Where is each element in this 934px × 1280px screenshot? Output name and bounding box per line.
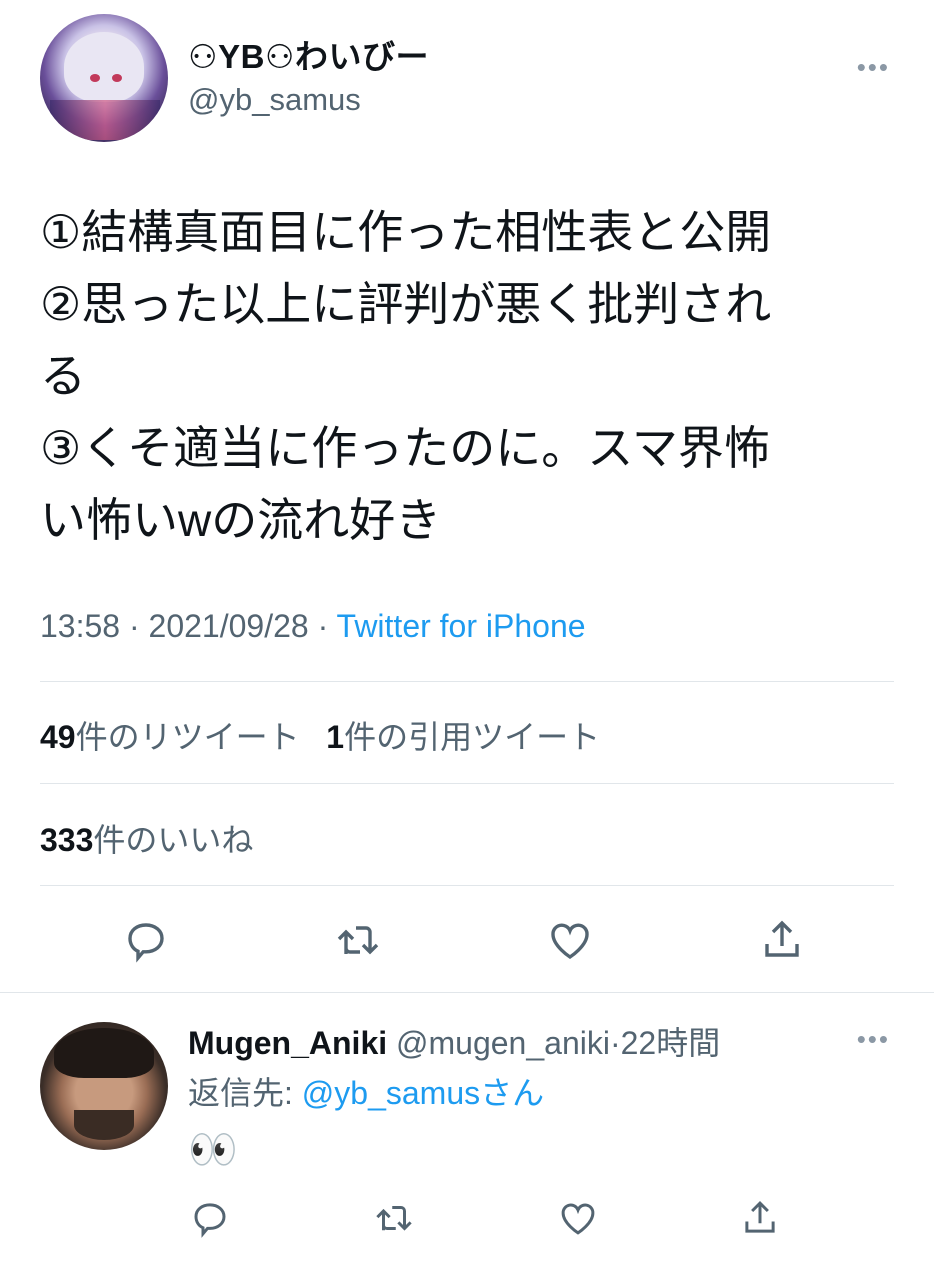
like-icon [561,1203,595,1235]
share-icon [765,920,799,957]
avatar-eye [90,74,100,82]
meta-separator: · [317,608,329,644]
quotes-link[interactable]: 1件の引用ツイート [326,719,600,755]
reply-header: Mugen_Aniki @mugen_aniki·22時間 [188,1018,720,1064]
reply-separator: · [609,1025,621,1061]
reply-share-button[interactable] [728,1186,792,1250]
retweet-icon [337,926,379,955]
divider [40,783,894,784]
avatar-eye [112,74,122,82]
share-button[interactable] [750,908,814,972]
tweet-source-link[interactable]: Twitter for iPhone [337,608,586,644]
reply-icon [128,923,164,963]
like-button[interactable] [538,908,602,972]
tweet-line: る [40,350,86,402]
meta-separator: · [128,608,140,644]
reply-more-options-icon[interactable]: ••• [857,1024,890,1055]
tweet-meta: 13:58 · 2021/09/28 · Twitter for iPhone [40,608,586,645]
retweet-button[interactable] [326,908,390,972]
quotes-count: 1 [326,719,345,755]
likes-link[interactable]: 333件のいいね [40,815,253,861]
share-icon [745,1201,775,1233]
reply-to-mention[interactable]: @yb_samusさん [302,1075,544,1111]
like-icon [551,923,589,960]
retweets-count: 49 [40,719,76,755]
likes-count: 333 [40,822,94,858]
tweet-time[interactable]: 13:58 [40,608,120,644]
divider [0,992,934,993]
likes-label: 件のいいね [93,822,254,858]
more-options-icon[interactable]: ••• [857,52,890,83]
retweets-label: 件のリツイート [75,719,300,755]
reply-to-label: 返信先: [188,1075,302,1111]
retweet-stats: 49件のリツイート 1件の引用ツイート [40,712,600,758]
divider [40,681,894,682]
retweet-icon [376,1206,412,1231]
reply-time[interactable]: 22時間 [621,1025,721,1061]
tweet-line: ③くそ適当に作ったのに。スマ界怖 [40,422,770,474]
reply-display-name[interactable]: Mugen_Aniki [188,1025,387,1061]
reply-retweet-button[interactable] [362,1186,426,1250]
author-handle[interactable]: @yb_samus [188,82,361,118]
author-avatar[interactable] [40,14,168,142]
reply-reply-button[interactable] [178,1186,242,1250]
quotes-label: 件の引用ツイート [344,719,601,755]
divider [40,885,894,886]
reply-to-line: 返信先: @yb_samusさん [188,1068,544,1114]
tweet-text: ①結構真面目に作った相性表と公開 ②思った以上に評判が悪く批判され る ③くそ適… [40,196,900,556]
retweets-link[interactable]: 49件のリツイート [40,719,300,755]
reply-like-button[interactable] [546,1186,610,1250]
tweet-line: い怖いwの流れ好き [40,494,442,546]
reply-button[interactable] [114,908,178,972]
tweet-line: ②思った以上に評判が悪く批判され [40,278,772,330]
tweet-date[interactable]: 2021/09/28 [149,608,309,644]
author-display-name[interactable]: ⚇YB⚇わいびー [188,30,429,78]
reply-text: 👀 [188,1128,238,1172]
reply-avatar[interactable] [40,1022,168,1150]
reply-handle[interactable]: @mugen_aniki [396,1025,610,1061]
reply-icon [194,1203,226,1238]
tweet-line: ①結構真面目に作った相性表と公開 [40,206,772,258]
